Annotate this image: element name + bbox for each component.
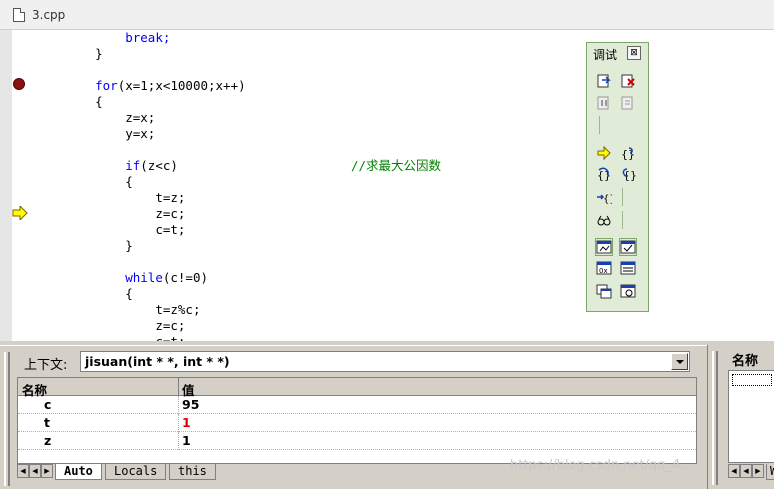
code-line[interactable]: break;	[65, 30, 170, 46]
code-line[interactable]: }	[65, 46, 103, 62]
chevron-down-icon[interactable]	[671, 353, 688, 370]
tab-nav-first-icon[interactable]: ◀	[17, 464, 29, 478]
code-line[interactable]: z=c;	[65, 206, 185, 222]
variable-name: c	[44, 397, 52, 412]
variable-value[interactable]: 95	[182, 397, 199, 412]
svg-text:{}: {}	[603, 194, 612, 205]
tab-nav-next-icon[interactable]: ▶	[752, 464, 764, 478]
watch-window-button[interactable]	[595, 238, 613, 256]
code-line[interactable]: {	[65, 94, 103, 110]
context-label: 上下文:	[24, 358, 68, 373]
watch-list[interactable]	[728, 370, 774, 463]
code-line[interactable]: t=z;	[65, 190, 185, 206]
run-to-cursor-button[interactable]: {}	[595, 188, 616, 206]
code-line[interactable]: if(z<c)	[65, 158, 178, 174]
code-line[interactable]: t=z%c;	[65, 302, 200, 318]
variable-row[interactable]: c 95	[18, 396, 696, 414]
tab-nav-first-icon[interactable]: ◀	[728, 464, 740, 478]
code-editor[interactable]: break; } for(x=1;x<10000;x++) { z=x; y=x…	[0, 30, 774, 341]
show-next-statement-button[interactable]	[595, 144, 613, 162]
current-line-arrow-icon	[12, 206, 28, 220]
close-icon[interactable]: ⊠	[627, 46, 641, 60]
code-line[interactable]: {	[65, 286, 133, 302]
call-stack-window-button[interactable]	[595, 282, 613, 300]
toolbar-separator	[622, 211, 623, 229]
file-icon	[13, 8, 25, 22]
memory-window-button[interactable]	[619, 259, 637, 277]
break-execution-button[interactable]	[595, 94, 613, 112]
quick-watch-button[interactable]	[595, 211, 613, 229]
svg-text:{}: {}	[621, 148, 635, 161]
restart-debug-button[interactable]	[595, 72, 613, 90]
svg-text:0x: 0x	[599, 267, 608, 275]
code-line[interactable]: z=x;	[65, 110, 155, 126]
stop-debugging-button[interactable]	[619, 72, 637, 90]
watch-pane: 名称 ◀ ◀ ▶ W	[707, 345, 774, 489]
tab-nav-prev-icon[interactable]: ◀	[29, 464, 41, 478]
variable-value[interactable]: 1	[182, 433, 191, 448]
code-line[interactable]: }	[65, 238, 133, 254]
registers-window-button[interactable]: 0x	[595, 259, 613, 277]
watch-column-header-name[interactable]: 名称	[728, 350, 774, 370]
variable-value[interactable]: 1	[182, 415, 191, 430]
apply-code-changes-button[interactable]	[619, 94, 637, 112]
toolbar-separator	[599, 116, 600, 134]
variables-window-button[interactable]	[619, 238, 637, 256]
context-dropdown-value: jisuan(int * *, int * *)	[85, 354, 230, 369]
code-comment: //求最大公因数	[351, 158, 442, 173]
code-line[interactable]: z=c;	[65, 318, 185, 334]
tab-nav-prev-icon[interactable]: ◀	[740, 464, 752, 478]
code-line[interactable]: y=x;	[65, 126, 155, 142]
pane-grip[interactable]	[4, 352, 10, 486]
debug-toolbar-header: 调试 ⊠	[587, 43, 648, 63]
tab-watch[interactable]: W	[766, 464, 774, 480]
variables-grid[interactable]: 名称 值 c 95 t 1 z 1	[17, 377, 697, 464]
variable-name: z	[44, 433, 52, 448]
tab-auto[interactable]: Auto	[55, 464, 102, 480]
debug-toolbar-title: 调试	[593, 48, 618, 62]
variable-row[interactable]: t1	[18, 414, 696, 432]
step-out-button[interactable]: {}	[619, 165, 637, 183]
breakpoint-icon[interactable]	[13, 78, 25, 90]
code-line[interactable]: while(c!=0)	[65, 270, 208, 286]
step-into-button[interactable]: {}	[619, 144, 637, 162]
variable-name: t	[44, 415, 50, 430]
tab-this[interactable]: this	[169, 464, 216, 480]
document-tab-bar: 3.cpp	[0, 0, 774, 30]
watch-edit-cursor[interactable]	[732, 374, 772, 386]
document-title[interactable]: 3.cpp	[32, 8, 65, 22]
watermark: https://blog.csdn.net/qq_4...	[510, 458, 693, 473]
variable-row[interactable]: z1	[18, 432, 696, 450]
code-line[interactable]: {	[65, 174, 133, 190]
editor-gutter[interactable]	[0, 30, 30, 341]
debug-toolbar: 调试 ⊠ {} {} {} {} 0x	[586, 42, 649, 312]
tab-locals[interactable]: Locals	[105, 464, 167, 480]
toolbar-separator	[622, 188, 623, 206]
pane-grip[interactable]	[712, 351, 718, 485]
variables-grid-header: 名称 值	[18, 378, 696, 398]
code-line[interactable]: c=t;	[65, 334, 185, 341]
svg-text:{}: {}	[597, 169, 611, 182]
code-line[interactable]: for(x=1;x<10000;x++)	[65, 78, 246, 94]
step-over-button[interactable]: {}	[595, 165, 613, 183]
disassembly-window-button[interactable]	[619, 282, 637, 300]
tab-nav-next-icon[interactable]: ▶	[41, 464, 53, 478]
context-dropdown[interactable]: jisuan(int * *, int * *)	[80, 351, 690, 372]
code-line[interactable]: c=t;	[65, 222, 185, 238]
